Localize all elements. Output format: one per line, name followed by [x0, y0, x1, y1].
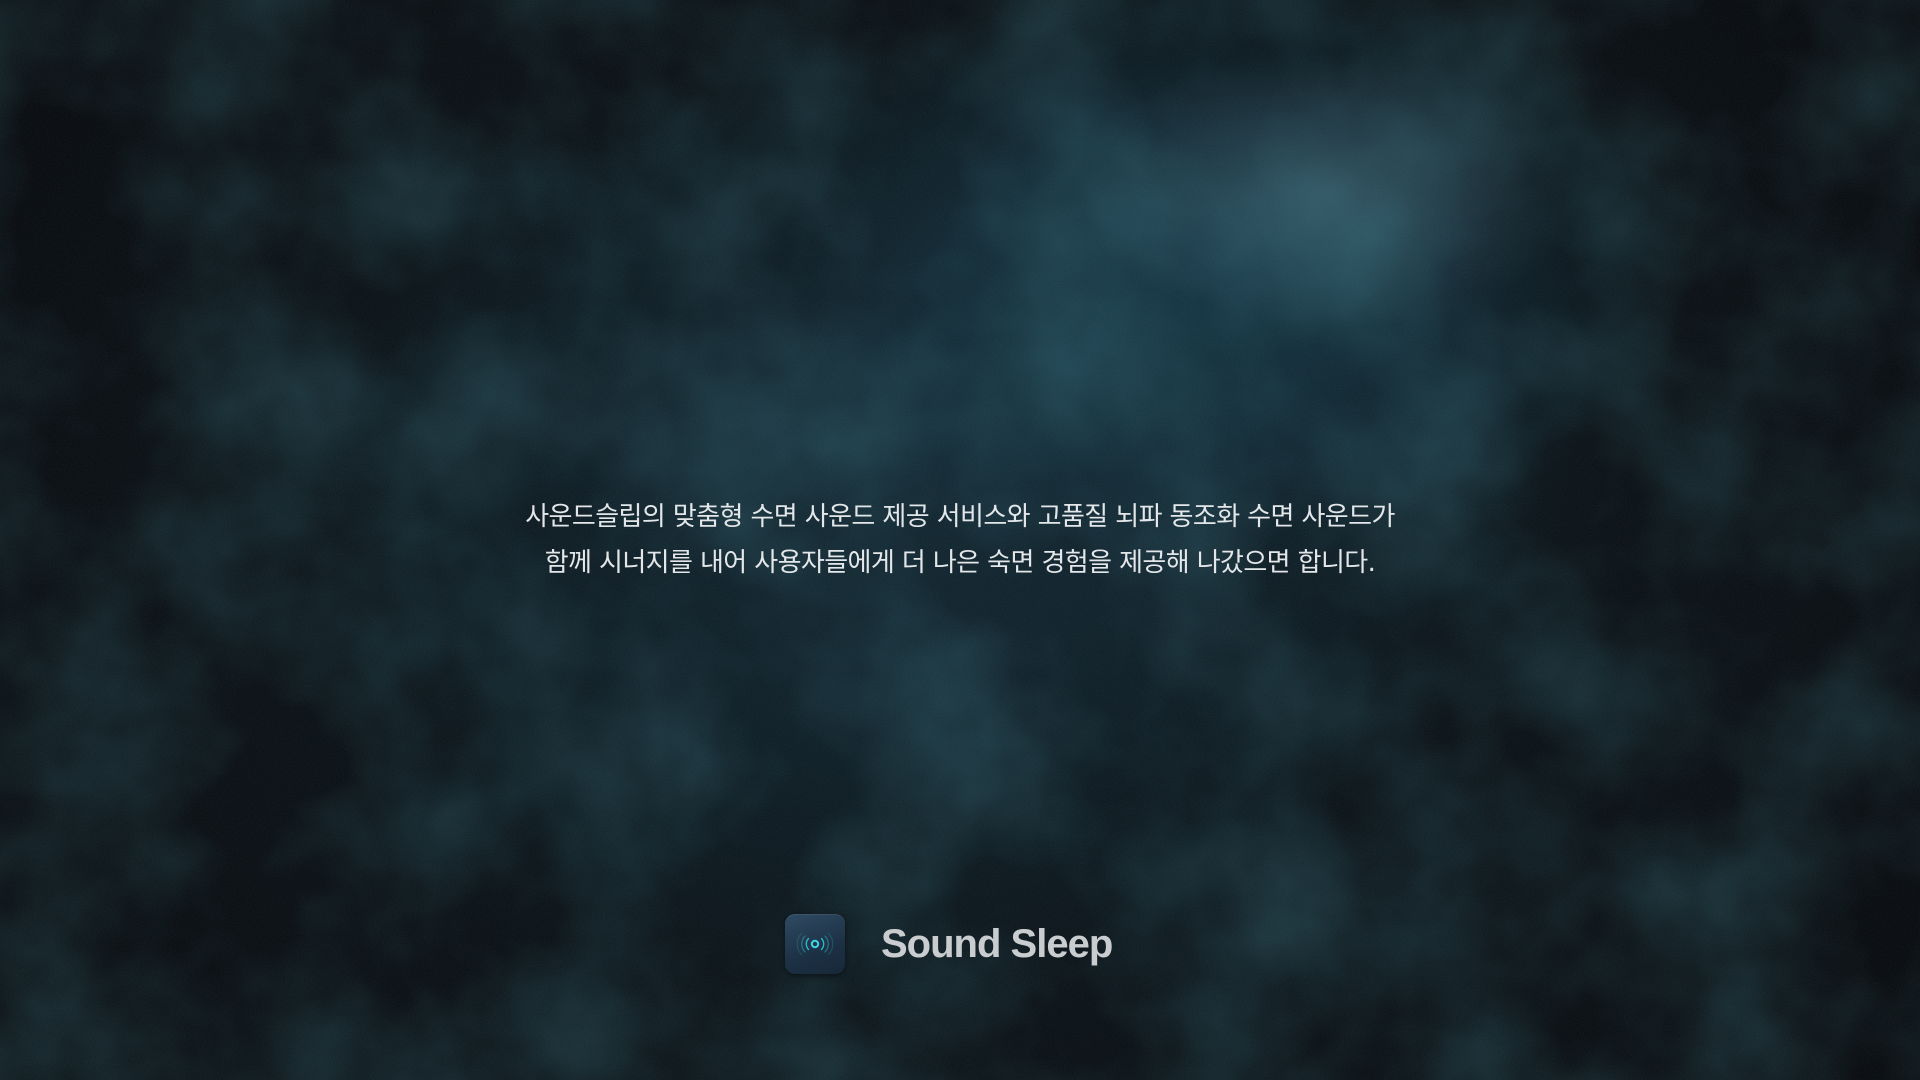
- app-icon: [785, 914, 845, 974]
- intro-message-line-1: 사운드슬립의 맞춤형 수면 사운드 제공 서비스와 고품질 뇌파 동조화 수면 …: [525, 502, 1395, 532]
- intro-message-line-2: 함께 시너지를 내어 사용자들에게 더 나은 숙면 경험을 제공해 나갔으면 합…: [544, 548, 1376, 578]
- brand-name: Sound Sleep: [881, 921, 1113, 966]
- splash-screen: 사운드슬립의 맞춤형 수면 사운드 제공 서비스와 고품질 뇌파 동조화 수면 …: [0, 0, 1920, 1080]
- sound-wave-icon: [796, 933, 834, 955]
- brand-logo: Sound Sleep: [785, 914, 1113, 974]
- intro-message: 사운드슬립의 맞춤형 수면 사운드 제공 서비스와 고품질 뇌파 동조화 수면 …: [0, 494, 1920, 586]
